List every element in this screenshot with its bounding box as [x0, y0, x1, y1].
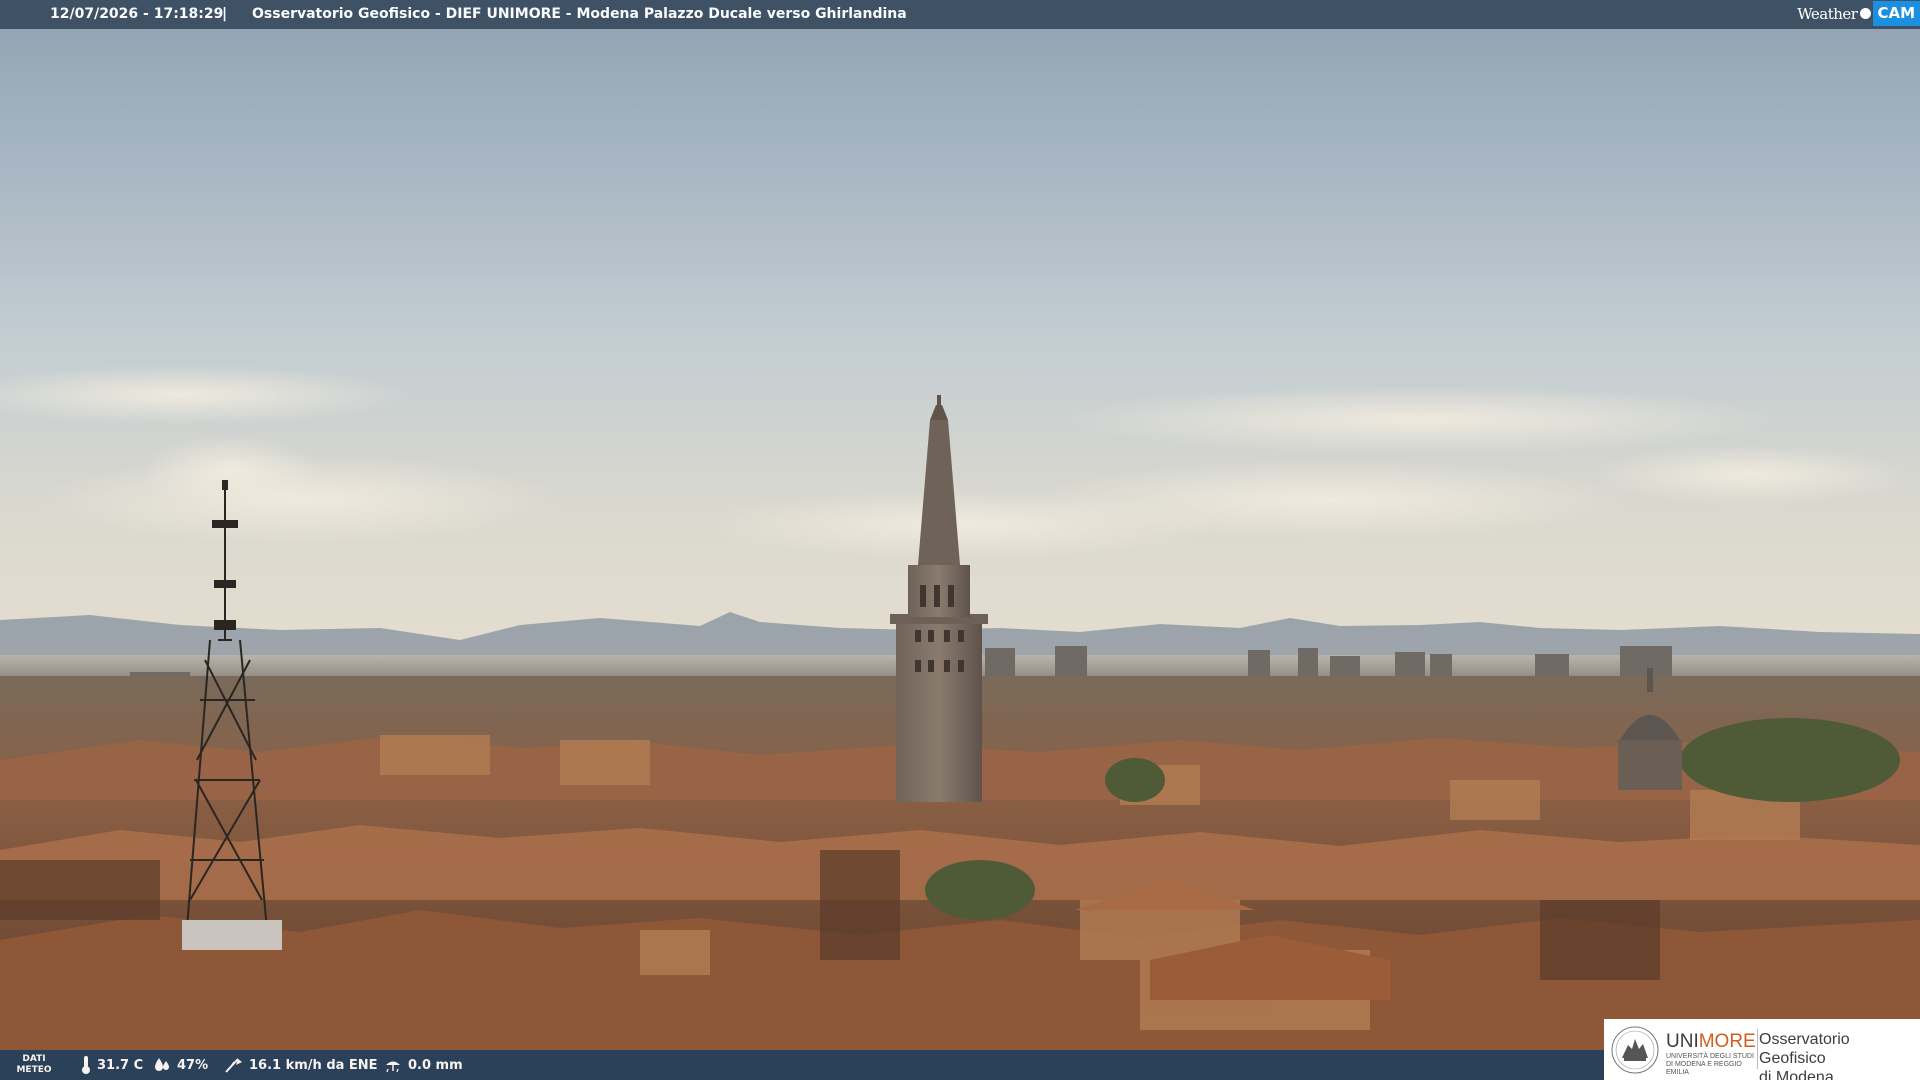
meteo-bar: DATI METEO 31.7 C 47% 16.1 km/h da ENE 0…	[0, 1050, 1604, 1080]
weathercam-logo: Weather CAM	[1797, 0, 1920, 27]
wind-value: 16.1 km/h da ENE	[249, 1057, 378, 1073]
caption-separator: |	[222, 6, 228, 22]
uni-suffix: MORE	[1698, 1031, 1756, 1052]
wind-icon	[225, 1058, 242, 1073]
wind-reading: 16.1 km/h da ENE	[224, 1050, 378, 1080]
brand-dot-icon	[1860, 8, 1872, 19]
camera-title: Osservatorio Geofisico - DIEF UNIMORE - …	[252, 6, 907, 22]
humidity-reading: 47%	[152, 1050, 208, 1080]
humidity-value: 47%	[177, 1057, 209, 1073]
thermometer-icon	[82, 1056, 90, 1074]
university-seal-icon	[1611, 1026, 1659, 1074]
uni-prefix: UNI	[1666, 1031, 1699, 1052]
temperature-value: 31.7 C	[97, 1057, 144, 1073]
brand-word: Weather	[1797, 4, 1858, 23]
webcam-frame: 12/07/2026 - 17:18:29 | Osservatorio Geo…	[0, 0, 1920, 1080]
caption-bar: 12/07/2026 - 17:18:29 | Osservatorio Geo…	[0, 0, 1920, 29]
rain-gauge-icon	[386, 1061, 400, 1073]
timestamp: 12/07/2026 - 17:18:29	[50, 6, 224, 22]
webcam-image	[0, 0, 1920, 1080]
uni-wordmark: UNIMORE	[1666, 1031, 1756, 1053]
logo-divider	[1757, 1029, 1758, 1069]
rain-reading: 0.0 mm	[383, 1050, 463, 1080]
meteo-label: DATI METEO	[16, 1054, 52, 1075]
uni-subtitle: UNIVERSITÀ DEGLI STUDI DI MODENA E REGGI…	[1666, 1053, 1754, 1076]
rain-value: 0.0 mm	[408, 1057, 463, 1073]
brand-cam-badge: CAM	[1873, 1, 1920, 26]
unimore-logo: UNIMORE UNIVERSITÀ DEGLI STUDI DI MODENA…	[1604, 1019, 1920, 1080]
observatory-name: Osservatorio Geofisico di Modena	[1759, 1031, 1850, 1080]
temperature-reading: 31.7 C	[80, 1050, 143, 1080]
humidity-icon	[155, 1058, 169, 1071]
